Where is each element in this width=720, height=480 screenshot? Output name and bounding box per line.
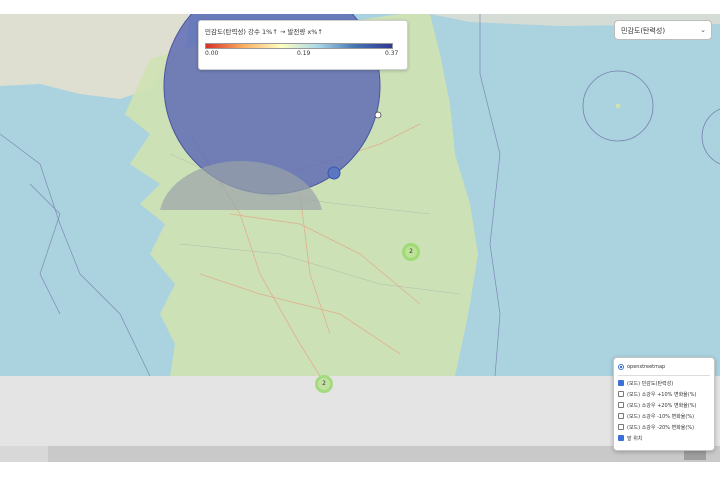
overlay-label: (모드) 소강우 +20% 변화율(%) (627, 402, 697, 409)
checkbox-icon[interactable] (618, 402, 624, 408)
map-canvas[interactable]: 민감도(탄력성) 강수 1%↑ → 발전량 x%↑ 0.00 0.19 0.37… (0, 14, 720, 376)
overlay-option[interactable]: (모드) 민감도(탄력성) (618, 378, 673, 388)
overlay-option[interactable]: (모드) 소강우 -10% 변화율(%) (618, 411, 694, 421)
overlay-option[interactable]: 발 위치 (618, 433, 642, 443)
overlay-label: (모드) 소강우 -20% 변화율(%) (627, 424, 695, 431)
overlay-label: (모드) 민감도(탄력성) (627, 380, 674, 387)
overlay-label: 발 위치 (627, 435, 643, 442)
checkbox-icon[interactable] (618, 413, 624, 419)
checkbox-checked-icon[interactable] (618, 435, 624, 441)
bottom-scrollbar[interactable] (0, 446, 720, 462)
overlay-label: (모드) 소강우 -10% 변화율(%) (627, 413, 695, 420)
checkbox-icon[interactable] (618, 391, 624, 397)
overlay-option[interactable]: (모드) 소강우 +10% 변화율(%) (618, 389, 696, 399)
lower-gray-area (0, 376, 720, 446)
overlay-option[interactable]: (모드) 소강우 +20% 변화율(%) (618, 400, 696, 410)
layer-select[interactable]: 민감도(탄력성) ⌄ (614, 20, 712, 40)
cluster-count: 2 (322, 380, 326, 387)
base-layer-label: openstreetmap (627, 364, 666, 370)
radio-selected-icon[interactable] (618, 364, 624, 370)
legend-tick-max: 0.37 (385, 50, 399, 57)
marker-cluster[interactable]: 2 (315, 375, 333, 393)
layer-select-value: 민감도(탄력성) (621, 27, 666, 35)
legend-tick-mid: 0.19 (297, 50, 311, 57)
chevron-down-icon: ⌄ (700, 26, 706, 34)
color-legend: 민감도(탄력성) 강수 1%↑ → 발전량 x%↑ 0.00 0.19 0.37 (198, 20, 408, 70)
map-viewport[interactable]: 민감도(탄력성) 강수 1%↑ → 발전량 x%↑ 0.00 0.19 0.37… (0, 0, 720, 480)
checkbox-icon[interactable] (618, 424, 624, 430)
scrollbar-thumb[interactable] (0, 446, 48, 462)
overlay-label: (모드) 소강우 +10% 변화율(%) (627, 391, 697, 398)
cluster-count: 2 (409, 248, 413, 255)
layer-divider (618, 375, 710, 376)
legend-tick-min: 0.00 (205, 50, 219, 57)
checkbox-checked-icon[interactable] (618, 380, 624, 386)
base-layer-option[interactable]: openstreetmap (618, 362, 665, 372)
overlay-option[interactable]: (모드) 소강우 -20% 변화율(%) (618, 422, 694, 432)
legend-title: 민감도(탄력성) 강수 1%↑ → 발전량 x%↑ (205, 28, 323, 36)
legend-gradient-bar (205, 43, 393, 49)
marker-cluster[interactable]: 2 (402, 243, 420, 261)
layer-control-panel[interactable]: openstreetmap (모드) 민감도(탄력성) (모드) 소강우 +10… (613, 357, 715, 451)
